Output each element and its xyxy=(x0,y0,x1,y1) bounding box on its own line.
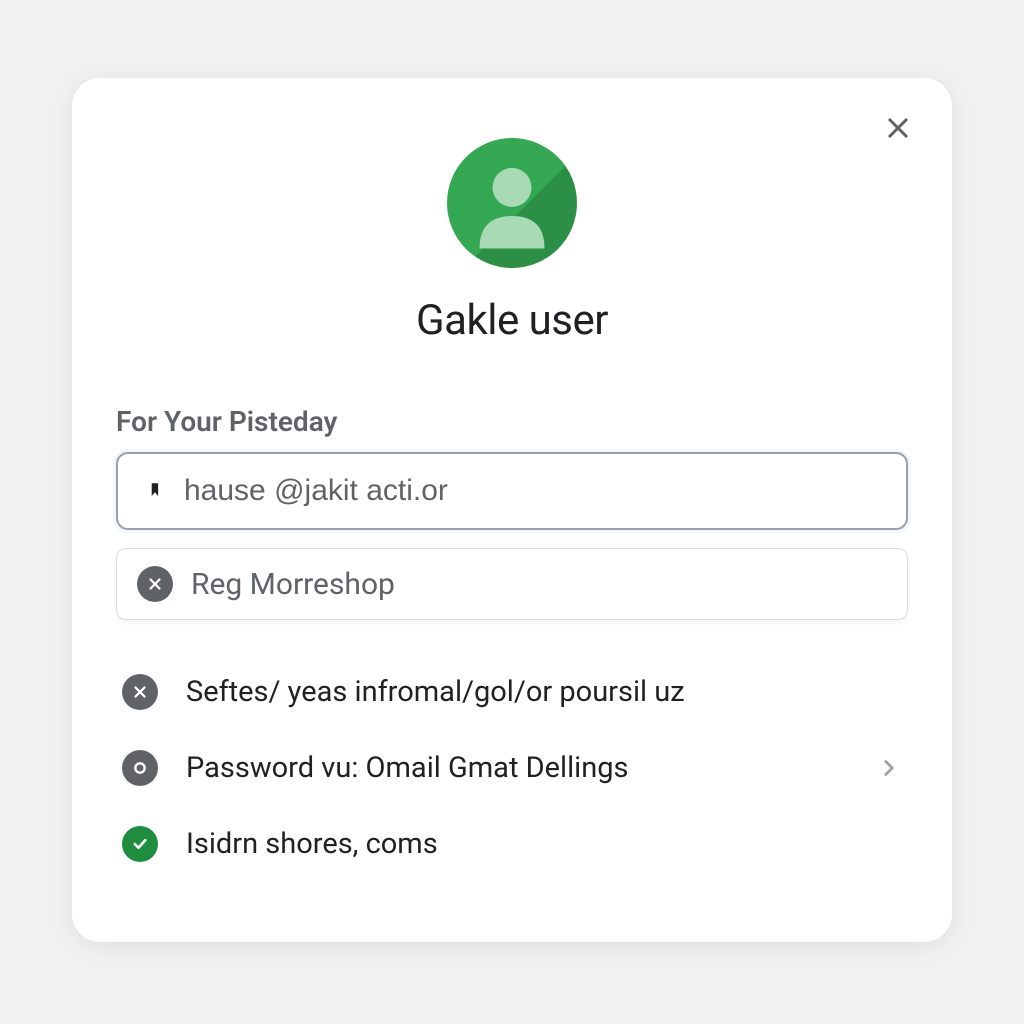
list-item-label: Password vu: Omail Gmat Dellings xyxy=(186,751,876,785)
circle-icon xyxy=(133,761,147,775)
list-item-label: Isidrn shores, coms xyxy=(186,827,902,861)
list-item[interactable]: Password vu: Omail Gmat Dellings xyxy=(116,730,908,806)
chip-remove-icon[interactable] xyxy=(137,566,173,602)
x-icon xyxy=(131,683,149,701)
close-icon xyxy=(884,114,912,142)
section-label: For Your Pisteday xyxy=(116,405,908,438)
email-input[interactable] xyxy=(184,474,880,508)
email-input-box[interactable] xyxy=(116,452,908,530)
person-icon xyxy=(447,138,577,268)
check-icon xyxy=(131,835,149,853)
close-button[interactable] xyxy=(878,108,918,148)
options-list: Seftes/ yeas infromal/gol/or poursil uz … xyxy=(116,654,908,882)
avatar-section: Gakle user xyxy=(116,138,908,345)
dialog-card: Gakle user For Your Pisteday Reg Morresh… xyxy=(72,78,952,942)
chip-label: Reg Morreshop xyxy=(191,567,395,602)
list-item-label: Seftes/ yeas infromal/gol/or poursil uz xyxy=(186,675,902,709)
circle-status-icon xyxy=(122,750,158,786)
suggestion-chip[interactable]: Reg Morreshop xyxy=(116,548,908,620)
dialog-title: Gakle user xyxy=(416,296,608,345)
x-status-icon xyxy=(122,674,158,710)
list-item[interactable]: Seftes/ yeas infromal/gol/or poursil uz xyxy=(116,654,908,730)
check-status-icon xyxy=(122,826,158,862)
avatar xyxy=(447,138,577,268)
x-icon xyxy=(146,575,164,593)
chevron-right-icon xyxy=(876,755,902,781)
cursor-icon xyxy=(144,480,166,502)
list-item[interactable]: Isidrn shores, coms xyxy=(116,806,908,882)
